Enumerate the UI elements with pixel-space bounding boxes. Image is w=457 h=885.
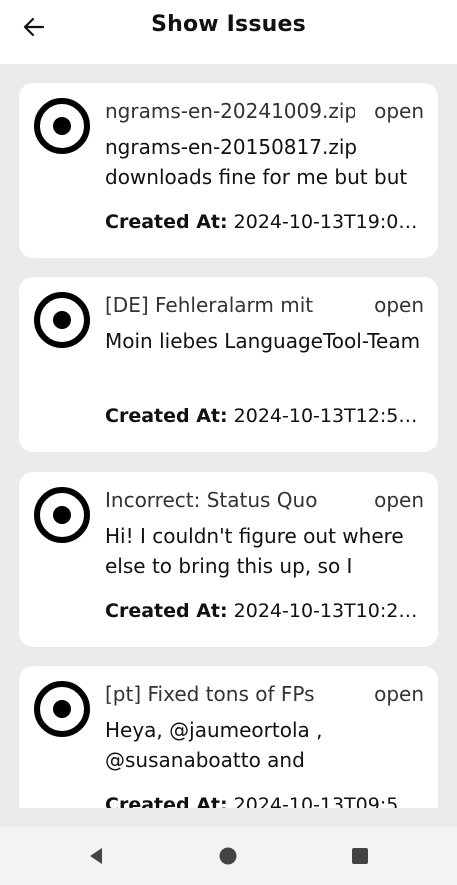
issue-title: Incorrect: Status Quo [105, 488, 318, 512]
triangle-back-icon [90, 848, 102, 864]
issue-created-at: Created At: 2024-10-13T10:27:1... [105, 600, 427, 622]
issue-status: open [374, 682, 424, 706]
nav-back-button[interactable] [81, 841, 111, 871]
issue-status: open [374, 293, 424, 317]
issue-status: open [374, 99, 424, 123]
issue-body: Moin liebes LanguageTool-Team [105, 329, 421, 353]
radio-target-icon [34, 98, 90, 154]
issue-card[interactable]: Incorrect: Status Quo open Hi! I couldn'… [19, 472, 438, 647]
system-nav-bar [0, 827, 457, 885]
nav-home-button[interactable] [213, 841, 243, 871]
issue-card[interactable]: ngrams-en-20241009.zip open ngrams-en-20… [19, 83, 438, 258]
radio-target-icon [34, 681, 90, 737]
issue-body: ngrams-en-20150817.zip downloads fine fo… [105, 135, 408, 189]
created-at-value: 2024-10-13T09:51:3... [233, 794, 427, 808]
created-at-value: 2024-10-13T12:59:4... [233, 405, 427, 427]
issue-card[interactable]: [pt] Fixed tons of FPs open Heya, @jaume… [19, 666, 438, 808]
created-at-value: 2024-10-13T10:27:1... [233, 600, 427, 622]
radio-target-icon [34, 487, 90, 543]
radio-target-icon [34, 292, 90, 348]
circle-home-icon [219, 847, 237, 865]
issue-body: Hi! I couldn't figure out where else to … [105, 524, 404, 578]
issue-title: ngrams-en-20241009.zip [105, 99, 355, 123]
created-at-label: Created At: [105, 405, 228, 427]
issue-created-at: Created At: 2024-10-13T19:01:0... [105, 211, 427, 233]
created-at-label: Created At: [105, 211, 228, 233]
created-at-label: Created At: [105, 794, 228, 808]
issue-created-at: Created At: 2024-10-13T09:51:3... [105, 794, 427, 808]
created-at-label: Created At: [105, 600, 228, 622]
issue-title: [DE] Fehleralarm mit [105, 293, 314, 317]
app-bar: Show Issues [0, 0, 457, 64]
issue-card[interactable]: [DE] Fehleralarm mit open Moin liebes La… [19, 277, 438, 452]
issue-list[interactable]: ngrams-en-20241009.zip open ngrams-en-20… [0, 64, 457, 808]
issue-title: [pt] Fixed tons of FPs [105, 682, 315, 706]
issue-status: open [374, 488, 424, 512]
issue-body: Heya, @jaumeortola , @susanaboatto and [105, 718, 323, 772]
nav-recents-button[interactable] [345, 841, 375, 871]
issue-created-at: Created At: 2024-10-13T12:59:4... [105, 405, 427, 427]
created-at-value: 2024-10-13T19:01:0... [233, 211, 427, 233]
page-title: Show Issues [151, 12, 306, 37]
square-recents-icon [352, 848, 368, 864]
